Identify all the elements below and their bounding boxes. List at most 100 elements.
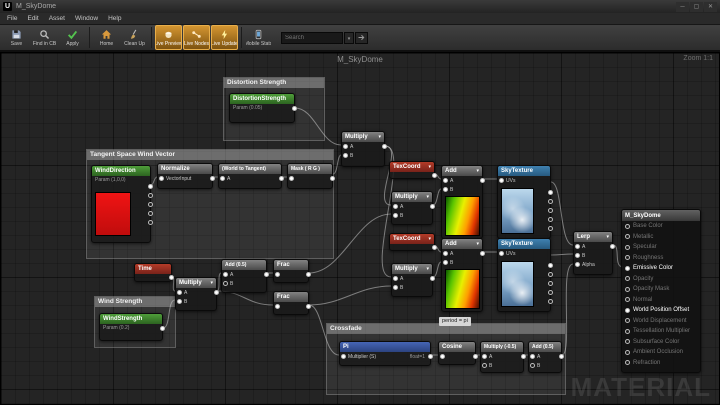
input-pin-b[interactable] — [177, 299, 182, 304]
input-pin-uvs[interactable] — [499, 251, 504, 256]
collapse-caret-icon[interactable]: ▾ — [426, 194, 429, 200]
material-pin-ambient-occlusion[interactable]: Ambient Occlusion — [622, 347, 700, 358]
color-swatch[interactable] — [95, 192, 131, 236]
input-pin-a[interactable] — [530, 354, 535, 359]
node-lerp[interactable]: Lerp▾ A B Alpha — [573, 231, 613, 275]
input-pin-b[interactable] — [575, 253, 580, 258]
node-material-result[interactable]: M_SkyDome Base Color Metallic Specular R… — [621, 209, 701, 373]
output-pin-a[interactable] — [548, 226, 553, 231]
output-pin-b[interactable] — [548, 217, 553, 222]
input-pin-a[interactable] — [482, 354, 487, 359]
pin-dot[interactable] — [625, 234, 630, 239]
output-pin-g[interactable] — [548, 281, 553, 286]
input-pin-a[interactable] — [443, 251, 448, 256]
search-go-button[interactable] — [355, 32, 368, 44]
node-multiply-wind[interactable]: Multiply▾ A B — [341, 131, 385, 167]
node-texcoord-2[interactable]: TexCoord▾ — [389, 233, 435, 251]
pin-dot[interactable] — [625, 329, 630, 334]
node-add-crossfade[interactable]: Add (0.5) A B — [528, 341, 562, 373]
node-frac-1[interactable]: Frac — [273, 259, 309, 283]
menu-asset[interactable]: Asset — [49, 15, 65, 22]
output-pin-rgb[interactable] — [548, 263, 553, 268]
output-pin-r[interactable] — [148, 193, 153, 198]
output-pin-rgb[interactable] — [148, 184, 153, 189]
input-pin-a[interactable] — [575, 244, 580, 249]
material-pin-tessellation-multiplier[interactable]: Tessellation Multiplier — [622, 326, 700, 337]
node-time[interactable]: Time — [134, 263, 172, 282]
output-pin[interactable] — [264, 272, 269, 277]
input-pin-b[interactable] — [443, 260, 448, 265]
input-pin-b[interactable] — [443, 187, 448, 192]
pin-dot[interactable] — [625, 276, 630, 281]
input-pin-alpha[interactable] — [575, 262, 580, 267]
search-dropdown-caret[interactable]: ▾ — [344, 32, 354, 44]
output-pin[interactable] — [279, 176, 284, 181]
input-pin-a[interactable] — [443, 178, 448, 183]
output-pin-b[interactable] — [148, 211, 153, 216]
material-pin-world-position-offset[interactable]: World Position Offset — [622, 305, 700, 316]
input-pin[interactable] — [220, 176, 225, 181]
output-pin[interactable] — [432, 245, 437, 250]
collapse-caret-icon[interactable]: ▾ — [476, 168, 479, 174]
output-pin[interactable] — [521, 354, 526, 359]
graph-canvas[interactable]: M_SkyDome Zoom 1:1 MATERIAL Distortion S… — [0, 52, 720, 405]
input-pin[interactable] — [289, 176, 294, 181]
material-pin-normal[interactable]: Normal — [622, 295, 700, 306]
pin-dot[interactable] — [625, 318, 630, 323]
pin-dot[interactable] — [625, 297, 630, 302]
pin-dot[interactable] — [625, 308, 630, 313]
minimize-button[interactable]: ─ — [676, 2, 689, 12]
material-pin-metallic[interactable]: Metallic — [622, 232, 700, 243]
pin-dot[interactable] — [625, 360, 630, 365]
output-pin[interactable] — [610, 244, 615, 249]
input-pin-a[interactable] — [177, 290, 182, 295]
output-pin[interactable] — [480, 178, 485, 183]
input-pin-multiplier[interactable] — [341, 354, 346, 359]
input-pin-b[interactable] — [482, 363, 487, 368]
pin-dot[interactable] — [625, 224, 630, 229]
material-pin-emissive-color[interactable]: Emissive Color — [622, 263, 700, 274]
collapse-caret-icon[interactable]: ▾ — [210, 280, 213, 286]
menu-file[interactable]: File — [7, 15, 17, 22]
output-pin[interactable] — [559, 354, 564, 359]
material-pin-refraction[interactable]: Refraction — [622, 358, 700, 369]
output-pin[interactable] — [430, 204, 435, 209]
node-texcoord-1[interactable]: TexCoord▾ — [389, 161, 435, 179]
collapse-caret-icon[interactable]: ▾ — [428, 236, 431, 242]
menu-help[interactable]: Help — [108, 15, 121, 22]
find-in-cb-button[interactable]: Find in CB — [31, 25, 58, 50]
output-pin[interactable] — [160, 326, 165, 331]
output-pin[interactable] — [169, 275, 174, 280]
live-update-toggle[interactable]: Live Update — [211, 25, 238, 50]
output-pin-rgb[interactable] — [548, 190, 553, 195]
output-pin-a[interactable] — [148, 220, 153, 225]
node-sky-texture-1[interactable]: SkyTexture UVs — [497, 165, 551, 239]
output-pin-a[interactable] — [548, 299, 553, 304]
output-pin-b[interactable] — [548, 290, 553, 295]
input-pin[interactable] — [159, 176, 164, 181]
node-add-uv-2[interactable]: Add▾ A B — [441, 238, 483, 312]
menu-window[interactable]: Window — [75, 15, 98, 22]
input-pin-a[interactable] — [223, 272, 228, 277]
maximize-button[interactable]: ▢ — [690, 2, 703, 12]
close-button[interactable]: ✕ — [704, 2, 717, 12]
node-multiply-pan-2[interactable]: Multiply▾ A B — [391, 263, 433, 297]
node-add-uv-1[interactable]: Add▾ A B — [441, 165, 483, 239]
node-sky-texture-2[interactable]: SkyTexture UVs — [497, 238, 551, 312]
input-pin[interactable] — [275, 272, 280, 277]
pin-dot[interactable] — [625, 255, 630, 260]
output-pin[interactable] — [210, 176, 215, 181]
input-pin-a[interactable] — [343, 144, 348, 149]
live-preview-toggle[interactable]: Live Preview — [155, 25, 182, 50]
node-cosine[interactable]: Cosine — [438, 341, 476, 365]
input-pin[interactable] — [275, 304, 280, 309]
output-pin[interactable] — [382, 144, 387, 149]
search-input[interactable] — [281, 32, 343, 44]
collapse-caret-icon[interactable]: ▾ — [426, 266, 429, 272]
pin-dot[interactable] — [625, 287, 630, 292]
apply-button[interactable]: Apply — [59, 25, 86, 50]
save-button[interactable]: Save — [3, 25, 30, 50]
collapse-caret-icon[interactable]: ▾ — [606, 234, 609, 240]
material-pin-subsurface-color[interactable]: Subsurface Color — [622, 337, 700, 348]
output-pin-r[interactable] — [548, 272, 553, 277]
